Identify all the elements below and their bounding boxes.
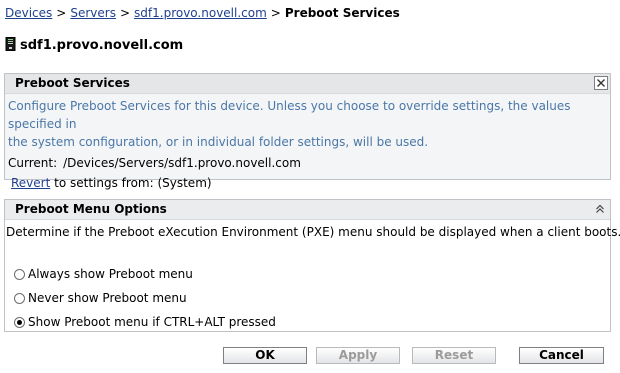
breadcrumb-link-devices[interactable]: Devices bbox=[5, 6, 52, 20]
apply-button[interactable]: Apply bbox=[316, 347, 400, 364]
preboot-menu-options-panel: Preboot Menu Options Determine if the Pr… bbox=[4, 199, 620, 334]
option-never-show[interactable]: Never show Preboot menu bbox=[14, 286, 276, 310]
preboot-menu-options-header: Preboot Menu Options bbox=[5, 200, 610, 220]
breadcrumb-separator: > bbox=[56, 6, 67, 20]
description-line: Configure Preboot Services for this devi… bbox=[8, 99, 571, 131]
preboot-services-title: Preboot Services bbox=[15, 76, 130, 90]
breadcrumb-separator: > bbox=[119, 6, 131, 20]
menu-options-radio-group: Always show Preboot menu Never show Preb… bbox=[14, 262, 276, 334]
reset-button[interactable]: Reset bbox=[412, 347, 496, 364]
preboot-services-description: Configure Preboot Services for this devi… bbox=[5, 94, 610, 151]
breadcrumb: Devices > Servers > sdf1.provo.novell.com > Pr… bbox=[5, 6, 400, 20]
option-label: Always show Preboot menu bbox=[28, 267, 193, 281]
breadcrumb-separator: > bbox=[270, 6, 281, 20]
menu-options-description: Determine if the Preboot eXecution Envir… bbox=[6, 225, 620, 239]
device-title: sdf1.provo.novell.com bbox=[5, 37, 183, 53]
option-always-show[interactable]: Always show Preboot menu bbox=[14, 262, 276, 286]
option-label: Never show Preboot menu bbox=[28, 291, 187, 305]
radio-button[interactable] bbox=[14, 292, 25, 304]
radio-button[interactable] bbox=[14, 268, 25, 280]
option-show-if-ctrl-alt[interactable]: Show Preboot menu if CTRL+ALT pressed bbox=[14, 310, 276, 334]
preboot-services-header: Preboot Services bbox=[5, 74, 610, 94]
server-icon bbox=[5, 37, 16, 51]
description-line: the system configuration, or in individu… bbox=[8, 135, 429, 149]
collapse-icon[interactable] bbox=[593, 202, 607, 216]
preboot-menu-options-title: Preboot Menu Options bbox=[15, 202, 167, 216]
breadcrumb-current: Preboot Services bbox=[284, 6, 400, 20]
current-path: /Devices/Servers/sdf1.provo.novell.com bbox=[63, 156, 301, 170]
current-label: Current: bbox=[8, 156, 58, 170]
revert-row: Revert to settings from: (System) bbox=[5, 173, 610, 193]
revert-text: to settings from: (System) bbox=[54, 176, 212, 190]
option-label: Show Preboot menu if CTRL+ALT pressed bbox=[28, 315, 276, 329]
device-name: sdf1.provo.novell.com bbox=[20, 38, 184, 53]
revert-link[interactable]: Revert bbox=[11, 176, 50, 190]
close-icon[interactable] bbox=[594, 76, 608, 90]
breadcrumb-link-device[interactable]: sdf1.provo.novell.com bbox=[134, 6, 267, 20]
cancel-button[interactable]: Cancel bbox=[519, 347, 604, 364]
radio-button-selected[interactable] bbox=[14, 316, 25, 328]
preboot-services-panel: Preboot Services Configure Preboot Servi… bbox=[4, 73, 611, 190]
breadcrumb-link-servers[interactable]: Servers bbox=[70, 6, 116, 20]
ok-button[interactable]: OK bbox=[223, 347, 307, 364]
current-settings: Current: /Devices/Servers/sdf1.provo.nove… bbox=[5, 151, 610, 173]
